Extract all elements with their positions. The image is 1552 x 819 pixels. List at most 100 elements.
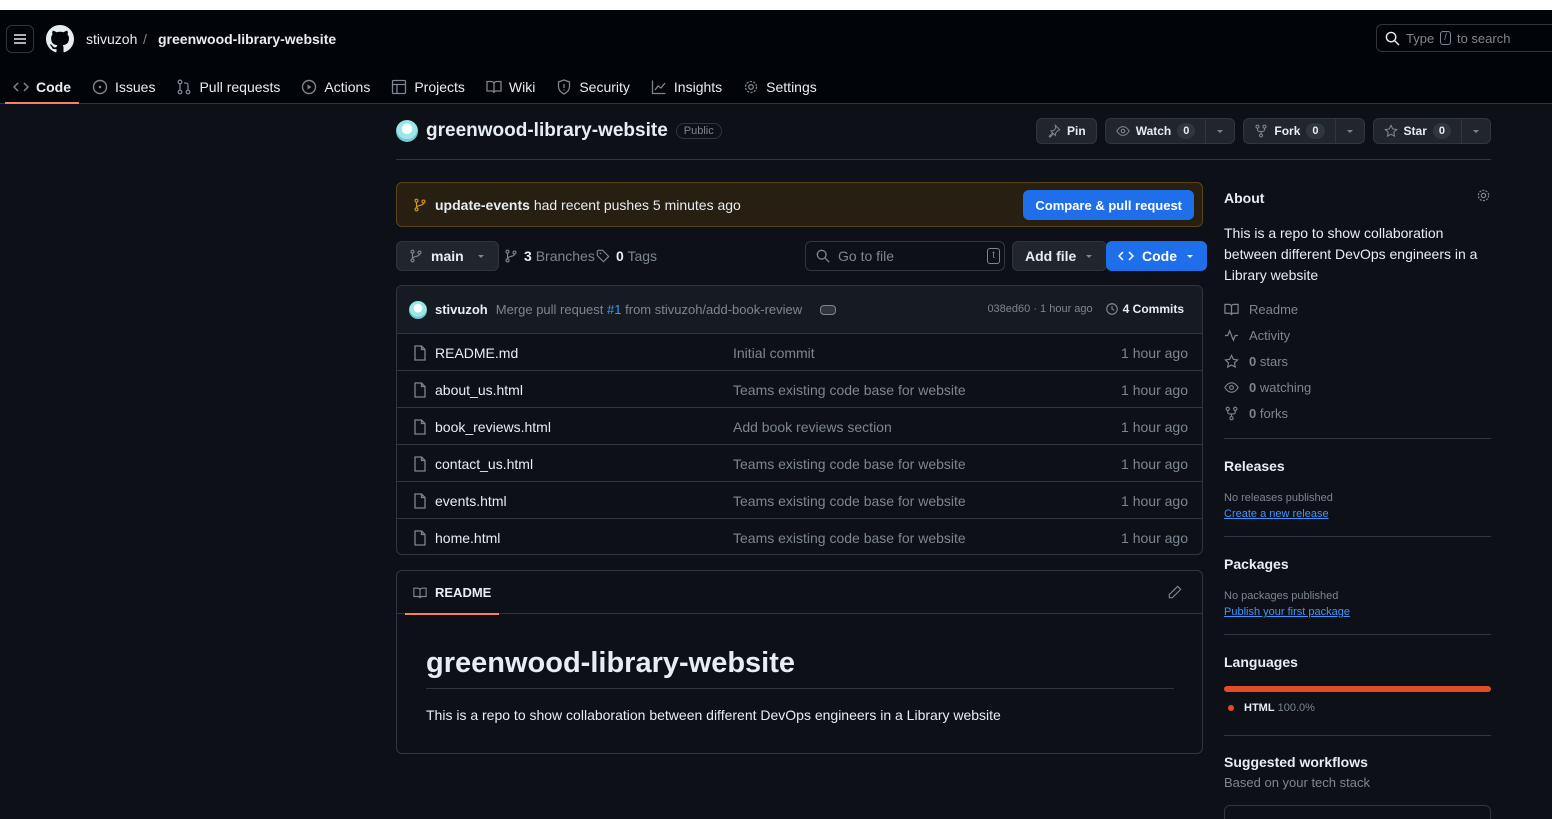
breadcrumb-repo[interactable]: greenwood-library-website [158,31,336,47]
menu-button[interactable] [6,25,34,53]
workflow-card[interactable] [1224,805,1491,819]
pin-button[interactable]: Pin [1036,118,1097,144]
branch-select[interactable]: main [396,241,499,271]
sidebar-link-forks[interactable]: 0 forks [1224,406,1288,421]
compare-pull-request-button[interactable]: Compare & pull request [1023,190,1194,220]
forks-count: 0 [1249,406,1257,421]
fork-icon [1255,124,1267,138]
file-row[interactable]: README.md Initial commit 1 hour ago [397,334,1202,371]
readme-tab-label: README [435,585,492,600]
commit-message[interactable]: Merge pull request #1 from stivuzoh/add-… [496,302,802,317]
star-dropdown[interactable] [1461,119,1490,143]
tab-actions[interactable]: Actions [293,70,378,104]
search-key-hint: / [1440,31,1451,45]
releases-title[interactable]: Releases [1224,458,1285,474]
file-icon [413,530,427,546]
tags-label: Tags [627,248,658,264]
commit-avatar[interactable] [409,300,427,319]
expand-commit-button[interactable] [820,304,837,315]
commit-pr-link[interactable]: #1 [607,302,621,317]
packages-title[interactable]: Packages [1224,556,1289,572]
file-row[interactable]: about_us.html Teams existing code base fo… [397,371,1202,408]
language-bar [1224,686,1491,692]
file-name[interactable]: home.html [435,530,500,546]
github-logo-icon[interactable] [46,25,74,53]
chevron-down-icon [477,255,484,258]
file-row[interactable]: contact_us.html Teams existing code base … [397,445,1202,482]
releases-empty: No releases published [1224,492,1333,504]
sidebar-link-readme[interactable]: Readme [1224,302,1298,317]
edit-about-button[interactable] [1476,188,1491,203]
tab-pull-requests[interactable]: Pull requests [168,70,288,104]
file-list: stivuzoh Merge pull request #1 from stiv… [396,285,1203,555]
hamburger-icon [14,34,26,44]
sidebar-link-watching[interactable]: 0 watching [1224,380,1311,395]
packages-empty: No packages published [1224,590,1339,602]
go-to-file-key: t [987,248,1000,264]
tab-projects[interactable]: Projects [383,70,473,104]
sidebar-link-activity[interactable]: Activity [1224,328,1290,343]
breadcrumb-separator: / [143,31,147,47]
banner-branch[interactable]: update-events [435,197,530,213]
watch-dropdown[interactable] [1205,119,1234,143]
tab-label: Projects [414,79,465,95]
sidebar-link-stars[interactable]: 0 stars [1224,354,1288,369]
gear-icon [1477,189,1490,202]
star-icon [1383,124,1398,138]
tags-link[interactable]: 0 Tags [596,241,657,271]
file-commit-message[interactable]: Teams existing code base for website [733,493,966,509]
file-row[interactable]: home.html Teams existing code base for we… [397,519,1202,554]
tab-insights[interactable]: Insights [643,70,730,104]
branches-link[interactable]: 3 Branches [504,241,595,271]
fork-button[interactable]: Fork 0 [1243,118,1365,144]
star-icon [1224,354,1239,369]
banner-text: had recent pushes 5 minutes ago [533,196,741,213]
code-button[interactable]: Code [1106,241,1207,271]
language-item[interactable]: HTML 100.0% [1228,702,1315,714]
commit-hash-time[interactable]: 038ed60 · 1 hour ago [987,303,1092,315]
commits-link[interactable]: 4 Commits [1105,302,1184,316]
file-name[interactable]: README.md [435,345,518,361]
file-commit-message[interactable]: Add book reviews section [733,419,892,435]
file-commit-message[interactable]: Teams existing code base for website [733,456,966,472]
tab-security[interactable]: Security [548,70,638,104]
owner-avatar[interactable] [396,120,418,142]
commit-author[interactable]: stivuzoh [435,302,488,317]
file-name[interactable]: book_reviews.html [435,419,551,435]
branch-icon [505,249,517,263]
create-release-link[interactable]: Create a new release [1224,508,1329,520]
file-row[interactable]: book_reviews.html Add book reviews sectio… [397,408,1202,445]
repo-name[interactable]: greenwood-library-website [426,120,668,142]
file-commit-time: 1 hour ago [1121,382,1188,398]
file-name[interactable]: events.html [435,493,507,509]
tab-code[interactable]: Code [5,70,79,104]
language-dot [1228,705,1234,711]
file-commit-message[interactable]: Teams existing code base for website [733,382,966,398]
file-row[interactable]: events.html Teams existing code base for … [397,482,1202,519]
star-button[interactable]: Star 0 [1372,118,1491,144]
edit-readme-button[interactable] [1168,585,1182,599]
file-name[interactable]: contact_us.html [435,456,533,472]
latest-commit: stivuzoh Merge pull request #1 from stiv… [397,286,1202,334]
file-commit-message[interactable]: Teams existing code base for website [733,530,966,546]
watch-button[interactable]: Watch 0 [1104,118,1236,144]
add-file-button[interactable]: Add file [1012,241,1108,271]
play-icon [302,79,317,95]
link-label: Readme [1249,302,1299,317]
browser-top-strip [0,0,1552,10]
fork-dropdown[interactable] [1334,119,1364,143]
breadcrumb-owner[interactable]: stivuzoh [86,31,137,47]
file-name[interactable]: about_us.html [435,382,523,398]
branches-count: 3 [524,248,532,264]
chevron-down-icon [1217,130,1224,133]
go-to-file-input[interactable]: Go to file t [805,241,1005,271]
tab-settings[interactable]: Settings [735,70,825,104]
readme-tab[interactable]: README [405,571,500,615]
tab-wiki[interactable]: Wiki [478,70,543,104]
publish-package-link[interactable]: Publish your first package [1224,606,1350,618]
file-commit-message[interactable]: Initial commit [733,345,815,361]
search-input[interactable]: Type / to search [1376,24,1552,52]
tab-issues[interactable]: Issues [84,70,163,104]
workflows-subtitle: Based on your tech stack [1224,775,1370,790]
code-label: Code [1142,248,1177,264]
